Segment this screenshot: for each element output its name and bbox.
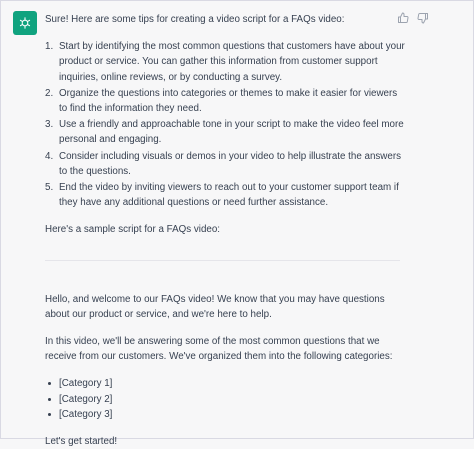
list-item: 2. Organize the questions into categories…: [45, 86, 407, 116]
list-item: 5. End the video by inviting viewers to r…: [45, 180, 407, 210]
list-number: 3.: [45, 119, 54, 131]
list-text: Organize the questions into categories o…: [59, 87, 398, 115]
category-text: [Category 3]: [59, 408, 113, 420]
list-number: 4.: [45, 150, 54, 162]
sample-intro: Here's a sample script for a FAQs video:: [45, 224, 221, 236]
list-item: [Category 2]: [45, 392, 407, 407]
list-item: 4. Consider including visuals or demos in…: [45, 149, 407, 179]
script-paragraph: In this video, we'll be answering some o…: [45, 336, 393, 363]
divider: [45, 259, 400, 261]
bullet: [48, 382, 51, 386]
list-text: Consider including visuals or demos in y…: [59, 150, 401, 177]
list-item: 1. Start by identifying the most common q…: [45, 39, 407, 85]
list-text: Start by identifying the most common que…: [59, 41, 405, 83]
thumbs-down-icon: [417, 13, 428, 24]
category-text: [Category 1]: [59, 378, 113, 390]
list-text: Use a friendly and approachable tone in …: [59, 119, 404, 146]
bullet: [48, 412, 51, 416]
list-item: [Category 3]: [45, 407, 407, 422]
chat-message-frame: Sure! Here are some tips for creating a …: [0, 0, 474, 447]
categories-list: [Category 1] [Category 2] [Category 3]: [45, 376, 407, 422]
list-item: [Category 1]: [45, 376, 407, 391]
list-number: 2.: [45, 87, 54, 99]
script-hello: Hello, and welcome to our FAQs video! We…: [45, 293, 385, 320]
list-item: 3. Use a friendly and approachable tone i…: [45, 117, 407, 147]
list-text: End the video by inviting viewers to rea…: [59, 182, 399, 209]
assistant-avatar: [13, 11, 37, 35]
message-intro: Sure! Here are some tips for creating a …: [45, 14, 345, 25]
list-number: 5.: [45, 182, 54, 194]
thumbs-down-button[interactable]: [417, 12, 429, 24]
message-content: Sure! Here are some tips for creating a …: [45, 12, 407, 449]
tips-list: 1. Start by identifying the most common q…: [45, 39, 407, 210]
openai-logo-icon: [19, 17, 31, 29]
script-closing: Let's get started!: [45, 436, 118, 448]
bullet: [48, 397, 51, 401]
list-number: 1.: [45, 41, 54, 53]
category-text: [Category 2]: [59, 393, 113, 405]
